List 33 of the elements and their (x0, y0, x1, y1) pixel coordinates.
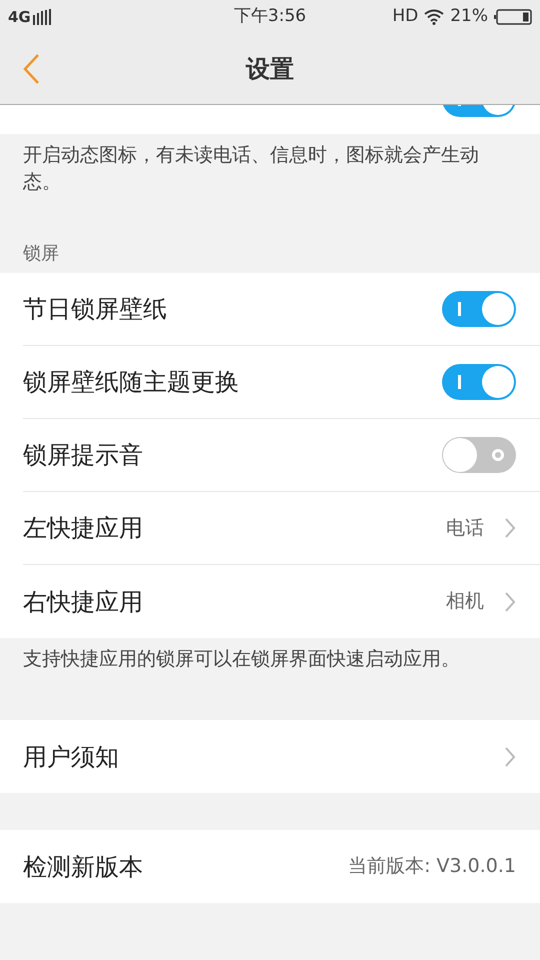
row-label: 锁屏壁纸随主题更换 (23, 367, 239, 398)
settings-row[interactable]: 锁屏壁纸随主题更换 (23, 346, 540, 419)
section-header: 锁屏 (22, 242, 60, 266)
toggle-switch[interactable] (442, 291, 516, 327)
status-time: 下午3:56 (234, 5, 306, 28)
battery-icon (494, 9, 532, 25)
row-label: 节日锁屏壁纸 (23, 294, 167, 325)
description-text: 支持快捷应用的锁屏可以在锁屏界面快速启动应用。 (22, 647, 461, 672)
toggle-switch[interactable] (442, 364, 516, 400)
back-icon (22, 53, 40, 85)
row-value: 当前版本: V3.0.0.1 (348, 854, 516, 880)
toggle-switch[interactable] (442, 437, 516, 473)
settings-row[interactable]: 左快捷应用 电话 (23, 492, 540, 565)
signal-icon (32, 9, 52, 25)
row-value: 相机 (446, 589, 484, 614)
settings-row[interactable]: 节日锁屏壁纸 (23, 273, 540, 346)
row-label: 右快捷应用 (23, 586, 143, 618)
chevron-right-icon (504, 590, 516, 612)
row-label: 锁屏提示音 (23, 440, 143, 471)
wifi-icon (424, 9, 444, 25)
battery-percent: 21% (450, 5, 488, 28)
chevron-right-icon (504, 746, 516, 768)
page-title: 设置 (246, 54, 294, 85)
row-label: 检测新版本 (23, 852, 143, 882)
network-label: 4G (8, 6, 31, 28)
settings-row[interactable]: 右快捷应用 相机 (23, 565, 540, 638)
row-label: 用户须知 (23, 742, 119, 772)
hd-label: HD (392, 5, 418, 28)
row-value: 电话 (446, 516, 484, 541)
chevron-right-icon (504, 517, 516, 539)
description-text: 开启动态图标，有未读电话、信息时，图标就会产生动态。 (22, 143, 480, 195)
settings-row[interactable]: 锁屏提示音 (23, 419, 540, 492)
row-label: 左快捷应用 (23, 513, 143, 544)
